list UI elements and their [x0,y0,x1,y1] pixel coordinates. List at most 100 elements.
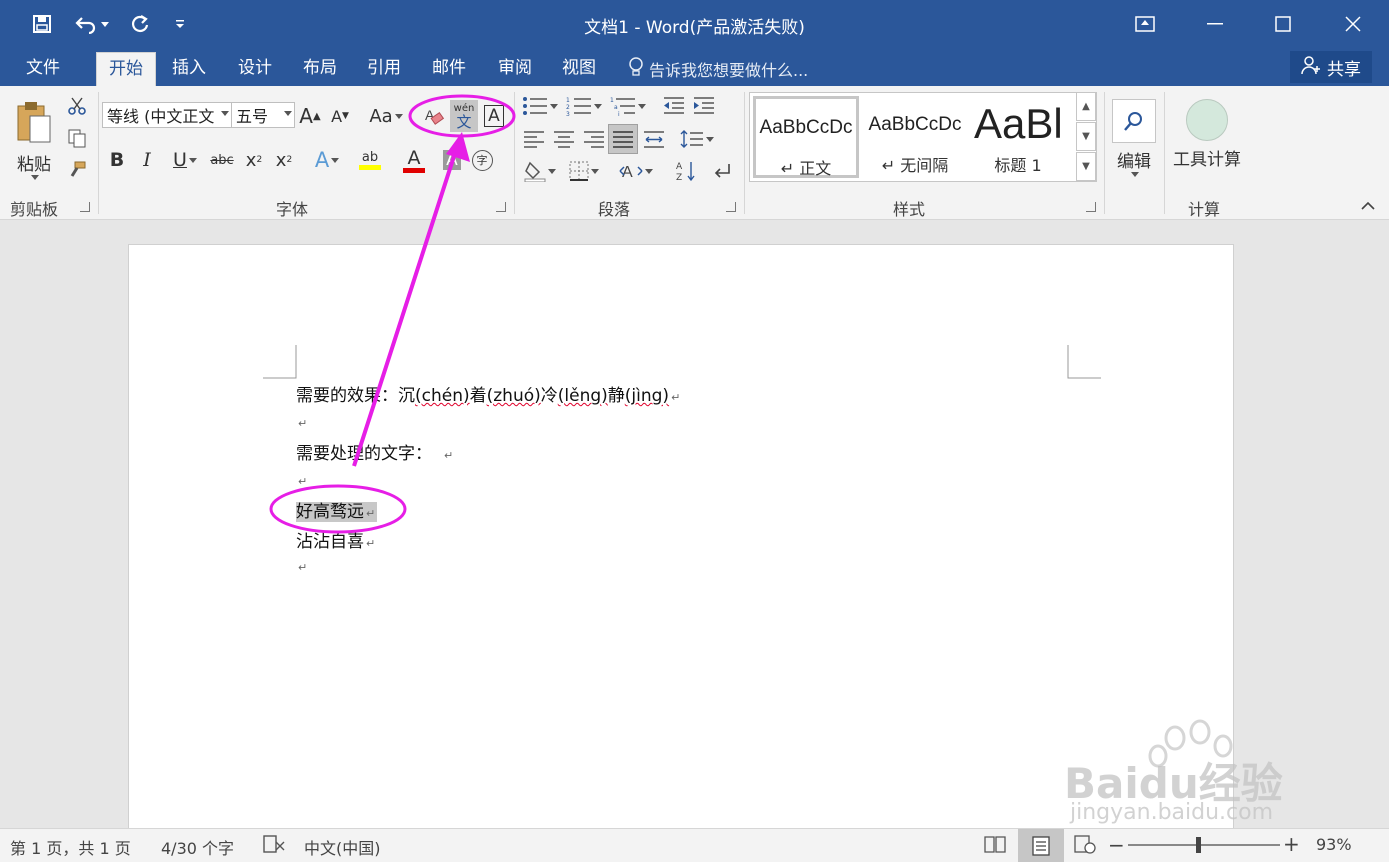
clear-formatting-icon[interactable]: A [422,102,446,130]
share-label: 共享 [1327,59,1361,80]
tell-me-text: 告诉我您想要做什么... [649,61,809,80]
share-button[interactable]: 共享 [1290,51,1372,83]
svg-text:Z: Z [676,173,682,182]
line-spacing-icon[interactable] [676,126,718,152]
font-size-combo[interactable]: 五号 [231,102,295,128]
group-separator [1164,92,1165,214]
read-mode-icon[interactable] [984,834,1006,858]
zoom-in-icon[interactable]: + [1283,832,1300,856]
document-line-4[interactable]: 沾沾自喜 ↵ [296,527,375,552]
document-empty-line-3[interactable]: ↵ [296,556,307,576]
web-layout-icon[interactable] [1074,834,1096,858]
italic-icon[interactable]: I [136,146,158,174]
paragraph-launcher[interactable] [726,202,736,212]
decrease-indent-icon[interactable] [660,94,688,118]
subscript-icon[interactable]: x2 [242,146,266,174]
font-color-icon[interactable]: A [394,144,434,176]
styles-scroll-down[interactable]: ▼ [1076,122,1096,151]
tab-mailings[interactable]: 邮件 [420,52,478,86]
clipboard-launcher[interactable] [80,202,90,212]
styles-scroll-up[interactable]: ▲ [1076,92,1096,121]
ribbon: 粘贴 剪贴板 等线 (中文正文 五号 A ▲ A ▼ Aa A wén 文 A B … [0,86,1389,220]
language-status[interactable]: 中文(中国) [304,835,381,859]
word-count[interactable]: 4/30 个字 [161,835,234,859]
print-layout-icon[interactable] [1018,829,1064,862]
bold-icon[interactable]: B [106,146,128,174]
paragraph-mark: ↵ [671,391,681,404]
paste-button[interactable]: 粘贴 [10,92,58,188]
margin-corner-top-right [1067,345,1101,379]
phonetic-guide-icon[interactable]: wén 文 [450,100,478,132]
copy-icon[interactable] [64,126,90,150]
tab-layout[interactable]: 布局 [291,52,349,86]
tab-home[interactable]: 开始 [96,52,156,86]
zoom-out-icon[interactable]: − [1108,833,1125,857]
margin-corner-top-left [263,345,297,379]
clipboard-icon [14,100,54,150]
distributed-icon[interactable] [640,126,668,152]
tab-file[interactable]: 文件 [14,52,72,86]
align-center-icon[interactable] [550,126,578,152]
maximize-icon[interactable] [1260,5,1306,43]
numbering-icon[interactable]: 123 [564,94,604,118]
highlight-color-icon[interactable]: ab [350,144,390,176]
tab-references[interactable]: 引用 [355,52,413,86]
style-normal[interactable]: AaBbCcDc ↵ 正文 [753,96,859,178]
tab-insert[interactable]: 插入 [160,52,218,86]
character-shading-icon[interactable]: A [440,146,464,174]
document-empty-line-2[interactable]: ↵ [296,470,307,490]
font-name-combo[interactable]: 等线 (中文正文 [102,102,232,128]
enclose-characters-icon[interactable]: 字 [470,146,494,174]
superscript-icon[interactable]: x2 [272,146,296,174]
tab-design[interactable]: 设计 [226,52,284,86]
align-right-icon[interactable] [580,126,608,152]
style-heading-1[interactable]: AaBl 标题 1 [968,96,1068,178]
zoom-slider-thumb[interactable] [1196,837,1201,853]
sort-icon[interactable]: AZ [672,158,700,184]
increase-indent-icon[interactable] [690,94,718,118]
editing-button[interactable]: 编辑 [1110,92,1158,184]
document-empty-line-1[interactable]: ↵ [296,412,307,432]
character-border-icon[interactable]: A [482,102,506,130]
minimize-icon[interactable] [1192,5,1238,43]
format-painter-icon[interactable] [64,158,90,182]
cut-icon[interactable] [64,94,90,118]
styles-more[interactable]: ▼ [1076,152,1096,181]
justify-icon[interactable] [608,124,638,154]
zoom-level[interactable]: 93% [1316,835,1352,854]
close-icon[interactable] [1330,5,1376,43]
borders-icon[interactable] [564,158,604,184]
style-heading-1-sample: AaBl [974,100,1063,147]
shrink-font-icon[interactable]: A ▼ [328,102,352,130]
align-left-icon[interactable] [520,126,548,152]
page-count[interactable]: 第 1 页，共 1 页 [10,835,131,859]
tab-view[interactable]: 视图 [550,52,608,86]
collapse-ribbon-icon[interactable] [1358,196,1378,216]
bullets-icon[interactable] [520,94,560,118]
shading-icon[interactable] [520,158,560,184]
tab-review[interactable]: 审阅 [486,52,544,86]
paragraph-mark: ↵ [444,449,454,462]
font-launcher[interactable] [496,202,506,212]
change-case-button[interactable]: Aa [366,102,406,130]
editing-label: 编辑 [1117,152,1151,172]
multilevel-list-icon[interactable]: 1ai [608,94,648,118]
text-effects-icon[interactable]: A [308,146,346,174]
tell-me-box[interactable]: 告诉我您想要做什么... [628,56,808,82]
zoom-slider[interactable] [1128,844,1280,846]
tool-calc-button[interactable]: 工具计算 [1170,94,1244,174]
proofing-icon[interactable] [262,834,286,858]
style-no-spacing[interactable]: AaBbCcDc ↵ 无间隔 [862,96,968,178]
strikethrough-icon[interactable]: abc [206,146,238,174]
person-add-icon [1301,55,1321,80]
document-line-2[interactable]: 需要处理的文字： ↵ [296,439,453,464]
document-line-1[interactable]: 需要的效果：沉(chén)着(zhuó)冷(lěng)静(jìng) ↵ [296,381,680,406]
styles-launcher[interactable] [1086,202,1096,212]
grow-font-icon[interactable]: A ▲ [298,102,322,130]
underline-icon[interactable]: U [166,146,204,174]
group-separator [1104,92,1105,214]
document-line-3[interactable]: 好高骛远 ↵ [296,497,378,522]
ribbon-display-options-icon[interactable] [1122,5,1168,43]
chinese-layout-icon[interactable]: A [614,158,658,184]
show-hide-marks-icon[interactable] [708,158,736,184]
